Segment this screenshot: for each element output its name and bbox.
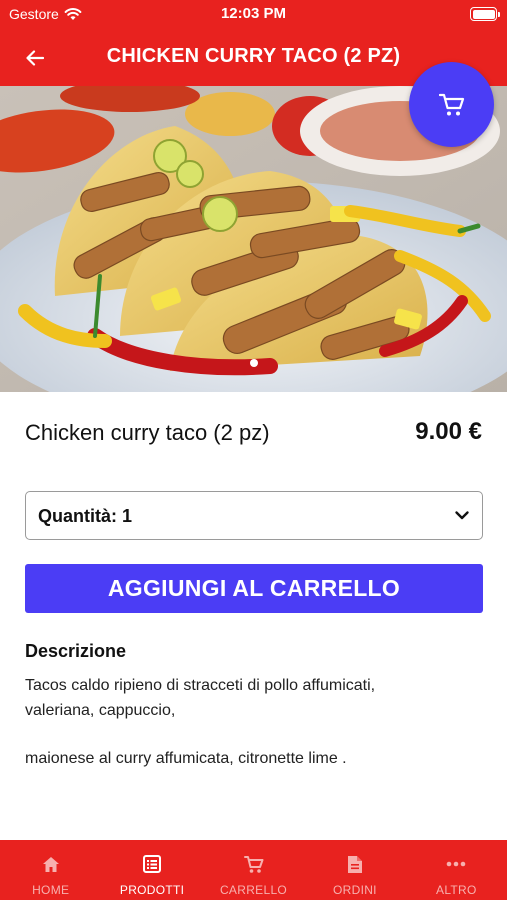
document-icon — [344, 853, 366, 875]
cart-fab-button[interactable] — [409, 62, 494, 147]
battery-icon — [470, 7, 500, 21]
tab-label: ALTRO — [436, 883, 477, 897]
tab-bar: HOME PRODOTTI CARRELLO ORDINI ALTRO — [0, 840, 507, 900]
tab-ordini[interactable]: ORDINI — [304, 840, 405, 900]
product-name: Chicken curry taco (2 pz) — [25, 420, 270, 445]
status-time: 12:03 PM — [220, 5, 287, 22]
cart-icon — [438, 93, 464, 115]
tab-prodotti[interactable]: PRODOTTI — [101, 840, 202, 900]
add-to-cart-button[interactable]: AGGIUNGI AL CARRELLO — [25, 564, 483, 613]
tab-label: HOME — [32, 883, 70, 897]
tab-home[interactable]: HOME — [0, 840, 101, 900]
product-price: 9.00 € — [415, 418, 482, 445]
page-title: CHICKEN CURRY TACO (2 PZ) — [106, 45, 401, 67]
quantity-select[interactable]: Quantità: 1 — [25, 491, 483, 540]
description-line: valeriana, cappuccio, — [25, 702, 176, 719]
quantity-label: Quantità: 1 — [38, 506, 133, 526]
tab-label: CARRELLO — [219, 883, 288, 897]
chevron-down-icon — [455, 511, 469, 520]
home-icon — [40, 853, 62, 875]
image-pagination-dot — [250, 359, 258, 367]
list-icon — [141, 853, 163, 875]
cart-icon — [243, 853, 265, 875]
description-title: Descrizione — [25, 641, 127, 661]
tab-label: ORDINI — [333, 883, 377, 897]
tab-carrello[interactable]: CARRELLO — [203, 840, 304, 900]
tab-altro[interactable]: ALTRO — [406, 840, 507, 900]
more-icon — [445, 853, 467, 875]
tab-label: PRODOTTI — [119, 883, 185, 897]
description-line: maionese al curry affumicata, citronette… — [25, 750, 347, 767]
status-bar: Gestore 12:03 PM — [0, 0, 507, 30]
description-line: Tacos caldo ripieno di stracceti di poll… — [25, 677, 376, 694]
